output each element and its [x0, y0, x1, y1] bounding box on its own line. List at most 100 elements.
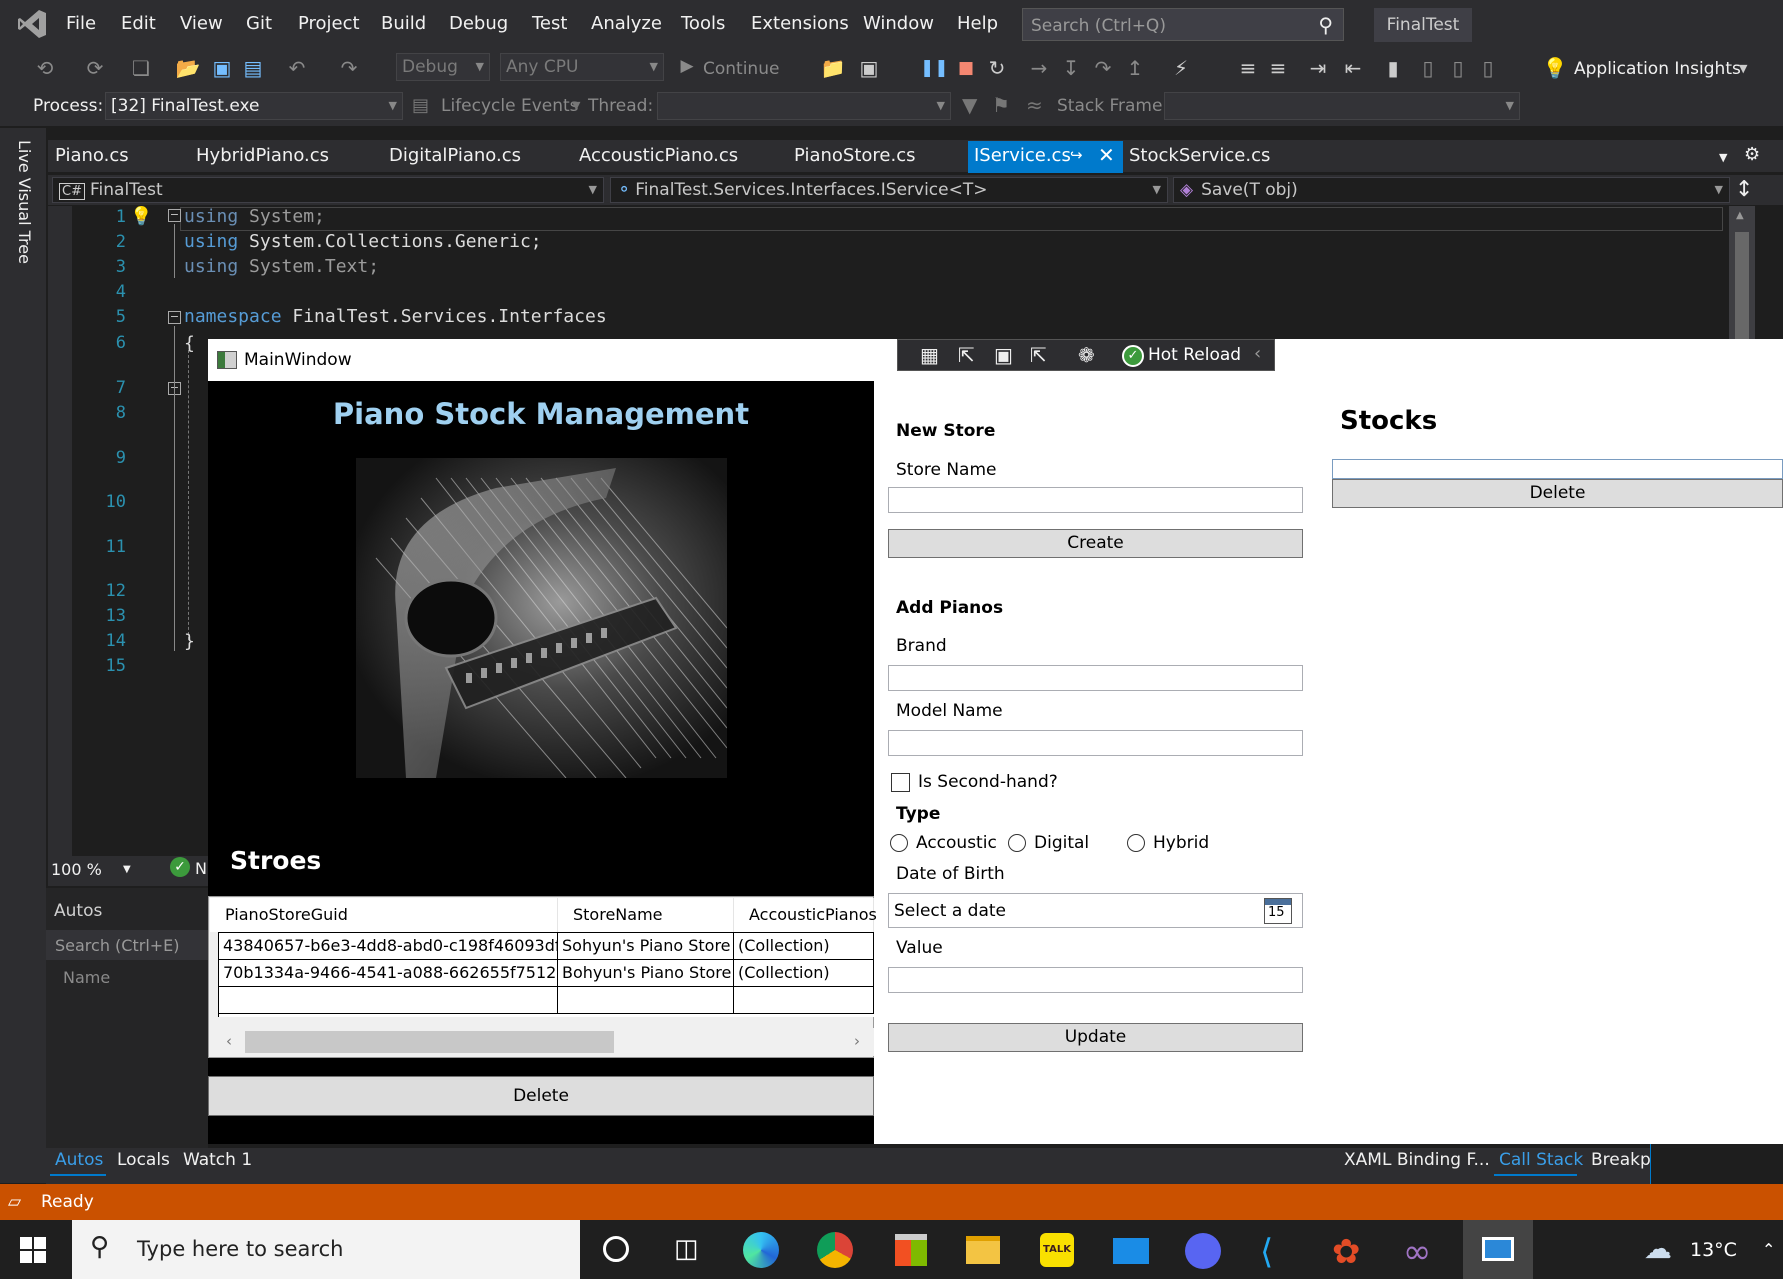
tab-breakpoints[interactable]: Breakpc	[1591, 1150, 1651, 1170]
pause-icon[interactable]: ❚❚	[920, 58, 949, 78]
bookmark-icon[interactable]: ▮	[1380, 56, 1406, 80]
comment-icon[interactable]: ≡	[1235, 56, 1261, 80]
model-name-input[interactable]	[888, 730, 1303, 756]
search-input[interactable]: Search (Ctrl+Q) ⚲	[1022, 8, 1344, 41]
tab-overflow-chevron-icon[interactable]: ▼	[1719, 151, 1727, 164]
tab-pianostore[interactable]: PianoStore.cs	[794, 145, 915, 166]
task-view-icon[interactable]: ◫	[674, 1234, 699, 1264]
collapse-icon[interactable]: −	[168, 311, 181, 324]
update-button[interactable]: Update	[888, 1023, 1303, 1052]
stack-frame-dropdown[interactable]: ▼	[1164, 92, 1520, 120]
tab-iservice[interactable]: IService.cs ↪ ✕	[968, 141, 1123, 173]
column-header-storename[interactable]: StoreName	[558, 898, 734, 932]
lifecycle-events-button[interactable]: Lifecycle Events	[441, 96, 579, 116]
grid-new-row-cell[interactable]	[219, 987, 558, 1014]
grid-horizontal-scrollbar[interactable]: ‹ ›	[209, 1028, 874, 1056]
track-focus-icon[interactable]: ⇱	[1030, 343, 1047, 367]
scroll-up-icon[interactable]: ▲	[1736, 210, 1744, 221]
menu-git[interactable]: Git	[246, 13, 272, 34]
discord-icon[interactable]	[1185, 1233, 1221, 1269]
grid-cell-storename[interactable]: Sohyun's Piano Store	[558, 933, 734, 960]
tab-autos[interactable]: Autos	[55, 1150, 103, 1170]
tab-hybridpiano[interactable]: HybridPiano.cs	[196, 145, 329, 166]
date-picker[interactable]: Select a date 15	[888, 893, 1303, 928]
visual-studio-icon[interactable]: ∞	[1403, 1232, 1431, 1272]
gear-icon[interactable]: ⚙	[1744, 144, 1760, 165]
select-element-icon[interactable]: ⇱	[958, 343, 975, 367]
pin-icon[interactable]: ↪	[1070, 146, 1083, 164]
chevron-down-icon[interactable]: ▼	[572, 99, 580, 112]
stocks-list[interactable]	[1332, 459, 1783, 479]
configuration-dropdown[interactable]: Debug ▼	[396, 53, 490, 81]
calendar-icon[interactable]: 15	[1264, 898, 1292, 924]
application-insights-button[interactable]: Application Insights	[1574, 59, 1741, 79]
process-dropdown[interactable]: [32] FinalTest.exe ▼	[105, 92, 403, 120]
grid-new-row-cell[interactable]	[558, 987, 734, 1014]
go-to-live-visual-tree-icon[interactable]: ▦	[920, 343, 939, 367]
step-over-icon[interactable]: ↷	[1090, 56, 1116, 80]
type-digital-radio[interactable]	[1008, 834, 1026, 852]
vscode-icon[interactable]: ⟨	[1260, 1232, 1273, 1272]
menu-view[interactable]: View	[180, 13, 223, 34]
menu-analyze[interactable]: Analyze	[591, 13, 662, 34]
type-hybrid-radio[interactable]	[1127, 834, 1145, 852]
window-title-bar[interactable]: MainWindow	[208, 339, 874, 381]
restart-icon[interactable]: ↻	[984, 56, 1010, 80]
collapse-icon[interactable]: −	[168, 209, 181, 222]
zoom-dropdown[interactable]: 100 % ▼	[48, 858, 136, 882]
undo-icon[interactable]: ↶	[284, 56, 310, 80]
chevron-down-icon[interactable]: ▼	[1739, 62, 1747, 75]
hot-reload-icon[interactable]: ⚡	[1168, 56, 1194, 80]
thread-dropdown[interactable]: ▼	[657, 92, 951, 120]
grid-new-row-cell[interactable]	[734, 987, 874, 1014]
spider-app-icon[interactable]: ✿	[1332, 1232, 1361, 1272]
menu-tools[interactable]: Tools	[681, 13, 725, 34]
mail-icon[interactable]	[1113, 1238, 1149, 1264]
type-accoustic-radio[interactable]	[890, 834, 908, 852]
menu-extensions[interactable]: Extensions	[751, 13, 849, 34]
chrome-icon[interactable]	[817, 1232, 853, 1268]
clear-bookmarks-icon[interactable]: ▯	[1475, 56, 1501, 80]
uncomment-icon[interactable]: ≡	[1265, 56, 1291, 80]
member-dropdown[interactable]: ◈ Save(T obj) ▼	[1173, 177, 1730, 203]
grid-cell-pianos[interactable]: (Collection)	[734, 960, 874, 987]
indent-icon[interactable]: ⇥	[1305, 56, 1331, 80]
tray-chevron-up-icon[interactable]: ⌃	[1762, 1240, 1775, 1259]
collapse-toolbar-icon[interactable]: ‹	[1254, 343, 1261, 364]
tab-accousticpiano[interactable]: AccousticPiano.cs	[579, 145, 738, 166]
menu-debug[interactable]: Debug	[449, 13, 508, 34]
menu-project[interactable]: Project	[298, 13, 360, 34]
column-header-guid[interactable]: PianoStoreGuid	[210, 898, 558, 932]
browse-folder-icon[interactable]: 📁	[820, 56, 846, 80]
menu-file[interactable]: File	[66, 13, 96, 34]
forward-icon[interactable]: ⟳	[82, 56, 108, 80]
stop-icon[interactable]: ■	[953, 58, 979, 78]
tab-piano[interactable]: Piano.cs	[55, 145, 129, 166]
menu-build[interactable]: Build	[381, 13, 426, 34]
live-visual-tree-tab[interactable]: Live Visual Tree	[12, 140, 36, 290]
grid-cell-guid[interactable]: 43840657-b6e3-4dd8-abd0-c198f46093df	[219, 933, 558, 960]
save-all-icon[interactable]: ▤	[240, 56, 266, 80]
grid-cell-pianos[interactable]: (Collection)	[734, 933, 874, 960]
tab-digitalpiano[interactable]: DigitalPiano.cs	[389, 145, 521, 166]
lightbulb-icon[interactable]: 💡	[130, 206, 152, 227]
vertical-scrollbar[interactable]: ▲	[1729, 206, 1755, 340]
save-icon[interactable]: ▣	[209, 56, 235, 80]
step-into-icon[interactable]: ↧	[1058, 56, 1084, 80]
active-app-highlight[interactable]	[1463, 1220, 1533, 1279]
grid-scrollbar-thumb[interactable]	[245, 1031, 614, 1053]
threads-icon[interactable]: ≈	[1026, 93, 1043, 117]
new-project-icon[interactable]: ❏	[128, 56, 154, 80]
show-next-statement-icon[interactable]: →	[1026, 56, 1052, 80]
platform-dropdown[interactable]: Any CPU ▼	[500, 53, 664, 81]
delete-stock-button[interactable]: Delete	[1332, 479, 1783, 508]
hot-reload-label[interactable]: Hot Reload	[1148, 345, 1241, 365]
scrollbar-thumb[interactable]	[1735, 232, 1749, 340]
type-dropdown[interactable]: ⚬ FinalTest.Services.Interfaces.IService<…	[610, 177, 1168, 203]
menu-window[interactable]: Window	[863, 13, 934, 34]
menu-help[interactable]: Help	[957, 13, 998, 34]
filter-icon[interactable]: ▼	[962, 93, 977, 117]
no-issues-icon[interactable]: ✓	[170, 857, 190, 877]
step-out-icon[interactable]: ↥	[1122, 56, 1148, 80]
display-adorners-icon[interactable]: ▣	[994, 343, 1013, 367]
